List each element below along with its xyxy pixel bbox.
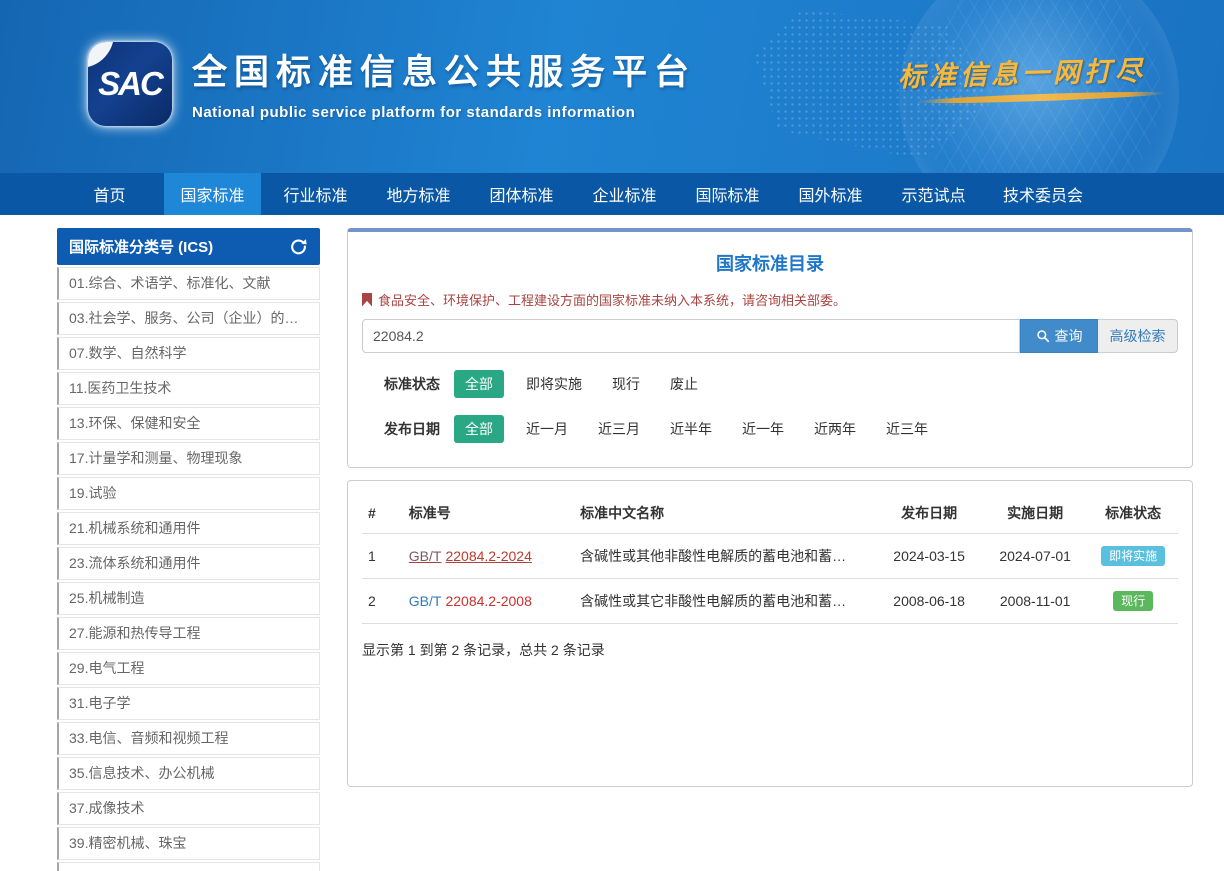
ics-sidebar-header: 国际标准分类号 (ICS) [57,228,320,265]
filter-status-all[interactable]: 全部 [454,370,504,398]
sidebar-item-ics-25[interactable]: 25.机械制造 [57,582,320,615]
status-badge: 现行 [1113,591,1153,611]
ics-category-list: 01.综合、术语学、标准化、文献 03.社会学、服务、公司（企业）的组... 0… [57,267,320,871]
nav-item-industry-standards[interactable]: 行业标准 [267,173,364,215]
filter-date-1month[interactable]: 近一月 [526,419,568,439]
standard-code-link[interactable]: GB/T22084.2-2024 [409,548,532,564]
filter-date-2years[interactable]: 近两年 [814,419,856,439]
search-input[interactable] [362,319,1020,353]
table-header-row: # 标准号 标准中文名称 发布日期 实施日期 标准状态 [362,493,1178,534]
filter-date-halfyear[interactable]: 近半年 [670,419,712,439]
table-row: 1 GB/T22084.2-2024 含碱性或其他非酸性电解质的蓄电池和蓄… 2… [362,534,1178,579]
implement-date: 2008-11-01 [982,579,1088,624]
notice-bar: 食品安全、环境保护、工程建设方面的国家标准未纳入本系统，请咨询相关部委。 [362,290,1178,309]
sidebar-item-ics-19[interactable]: 19.试验 [57,477,320,510]
filter-date-label: 发布日期 [384,419,454,439]
filter-status-current[interactable]: 现行 [612,374,640,394]
implement-date: 2024-07-01 [982,534,1088,579]
results-table: # 标准号 标准中文名称 发布日期 实施日期 标准状态 1 GB/T22084.… [362,493,1178,624]
nav-item-pilot-demonstration[interactable]: 示范试点 [885,173,982,215]
col-header-publish-date: 发布日期 [876,493,982,534]
sidebar-item-ics-37[interactable]: 37.成像技术 [57,792,320,825]
filter-status-row: 标准状态 全部 即将实施 现行 废止 [362,370,1178,398]
filter-status-label: 标准状态 [384,374,454,394]
standard-name: 含碱性或其它非酸性电解质的蓄电池和蓄… [574,579,876,624]
sidebar-item-ics-23[interactable]: 23.流体系统和通用件 [57,547,320,580]
sidebar-item-ics-11[interactable]: 11.医药卫生技术 [57,372,320,405]
filter-date-3months[interactable]: 近三月 [598,419,640,439]
bookmark-icon [362,293,372,307]
nav-item-national-standards[interactable]: 国家标准 [164,173,261,215]
standard-name: 含碱性或其他非酸性电解质的蓄电池和蓄… [574,534,876,579]
ics-sidebar: 国际标准分类号 (ICS) 01.综合、术语学、标准化、文献 03.社会学、服务… [57,228,320,871]
site-brand: 全国标准信息公共服务平台 National public service pla… [192,44,696,121]
advanced-search-button[interactable]: 高级检索 [1098,319,1178,353]
sidebar-item-ics-39[interactable]: 39.精密机械、珠宝 [57,827,320,860]
main-content: 国家标准目录 食品安全、环境保护、工程建设方面的国家标准未纳入本系统，请咨询相关… [347,228,1193,787]
sidebar-item-ics-27[interactable]: 27.能源和热传导工程 [57,617,320,650]
col-header-standard-name: 标准中文名称 [574,493,876,534]
sac-logo: SAC [88,42,172,126]
search-panel: 国家标准目录 食品安全、环境保护、工程建设方面的国家标准未纳入本系统，请咨询相关… [347,228,1193,468]
col-header-implement-date: 实施日期 [982,493,1088,534]
sidebar-item-ics-29[interactable]: 29.电气工程 [57,652,320,685]
search-bar: 查询 高级检索 [362,319,1178,353]
sac-logo-text: SAC [98,65,162,103]
row-index: 1 [362,534,403,579]
sidebar-item-ics-01[interactable]: 01.综合、术语学、标准化、文献 [57,267,320,300]
query-button-label: 查询 [1055,326,1083,346]
publish-date: 2008-06-18 [876,579,982,624]
standard-code-link[interactable]: GB/T22084.2-2008 [409,593,532,609]
sidebar-item-ics-33[interactable]: 33.电信、音频和视频工程 [57,722,320,755]
site-title: 全国标准信息公共服务平台 [192,44,696,95]
page-title: 国家标准目录 [362,250,1178,276]
filter-date-1year[interactable]: 近一年 [742,419,784,439]
site-slogan: 标准信息一网打尽 [898,49,1147,94]
site-subtitle: National public service platform for sta… [192,104,696,121]
site-header: SAC 全国标准信息公共服务平台 National public service… [0,0,1224,173]
page-body: 国际标准分类号 (ICS) 01.综合、术语学、标准化、文献 03.社会学、服务… [0,215,1224,871]
nav-item-home[interactable]: 首页 [61,173,158,215]
filter-status-abolished[interactable]: 废止 [670,374,698,394]
sidebar-item-ics-21[interactable]: 21.机械系统和通用件 [57,512,320,545]
row-index: 2 [362,579,403,624]
search-icon [1036,329,1050,343]
filter-date-row: 发布日期 全部 近一月 近三月 近半年 近一年 近两年 近三年 [362,415,1178,443]
filter-status-upcoming[interactable]: 即将实施 [526,374,582,394]
refresh-icon[interactable] [288,237,308,257]
ics-sidebar-title: 国际标准分类号 (ICS) [69,236,213,257]
sidebar-item-ics-13[interactable]: 13.环保、保健和安全 [57,407,320,440]
sidebar-item-ics-03[interactable]: 03.社会学、服务、公司（企业）的组... [57,302,320,335]
nav-item-foreign-standards[interactable]: 国外标准 [782,173,879,215]
nav-item-local-standards[interactable]: 地方标准 [370,173,467,215]
sidebar-item-ics-17[interactable]: 17.计量学和测量、物理现象 [57,442,320,475]
sidebar-item-partial[interactable] [57,862,320,871]
table-row: 2 GB/T22084.2-2008 含碱性或其它非酸性电解质的蓄电池和蓄… 2… [362,579,1178,624]
status-badge: 即将实施 [1101,546,1165,566]
results-panel: # 标准号 标准中文名称 发布日期 实施日期 标准状态 1 GB/T22084.… [347,480,1193,787]
col-header-index: # [362,493,403,534]
nav-item-enterprise-standards[interactable]: 企业标准 [576,173,673,215]
records-summary: 显示第 1 到第 2 条记录，总共 2 条记录 [362,640,1178,660]
sidebar-item-ics-35[interactable]: 35.信息技术、办公机械 [57,757,320,790]
filter-date-3years[interactable]: 近三年 [886,419,928,439]
col-header-status: 标准状态 [1088,493,1178,534]
nav-item-technical-committee[interactable]: 技术委员会 [988,173,1098,215]
query-button[interactable]: 查询 [1020,319,1098,353]
main-navigation: 首页 国家标准 行业标准 地方标准 团体标准 企业标准 国际标准 国外标准 示范… [0,173,1224,215]
notice-text: 食品安全、环境保护、工程建设方面的国家标准未纳入本系统，请咨询相关部委。 [378,290,846,309]
nav-item-group-standards[interactable]: 团体标准 [473,173,570,215]
nav-item-international-standards[interactable]: 国际标准 [679,173,776,215]
filter-date-all[interactable]: 全部 [454,415,504,443]
filter-date-options: 全部 近一月 近三月 近半年 近一年 近两年 近三年 [454,415,958,443]
col-header-standard-code: 标准号 [403,493,574,534]
sidebar-item-ics-31[interactable]: 31.电子学 [57,687,320,720]
publish-date: 2024-03-15 [876,534,982,579]
sidebar-item-ics-07[interactable]: 07.数学、自然科学 [57,337,320,370]
filter-status-options: 全部 即将实施 现行 废止 [454,370,728,398]
